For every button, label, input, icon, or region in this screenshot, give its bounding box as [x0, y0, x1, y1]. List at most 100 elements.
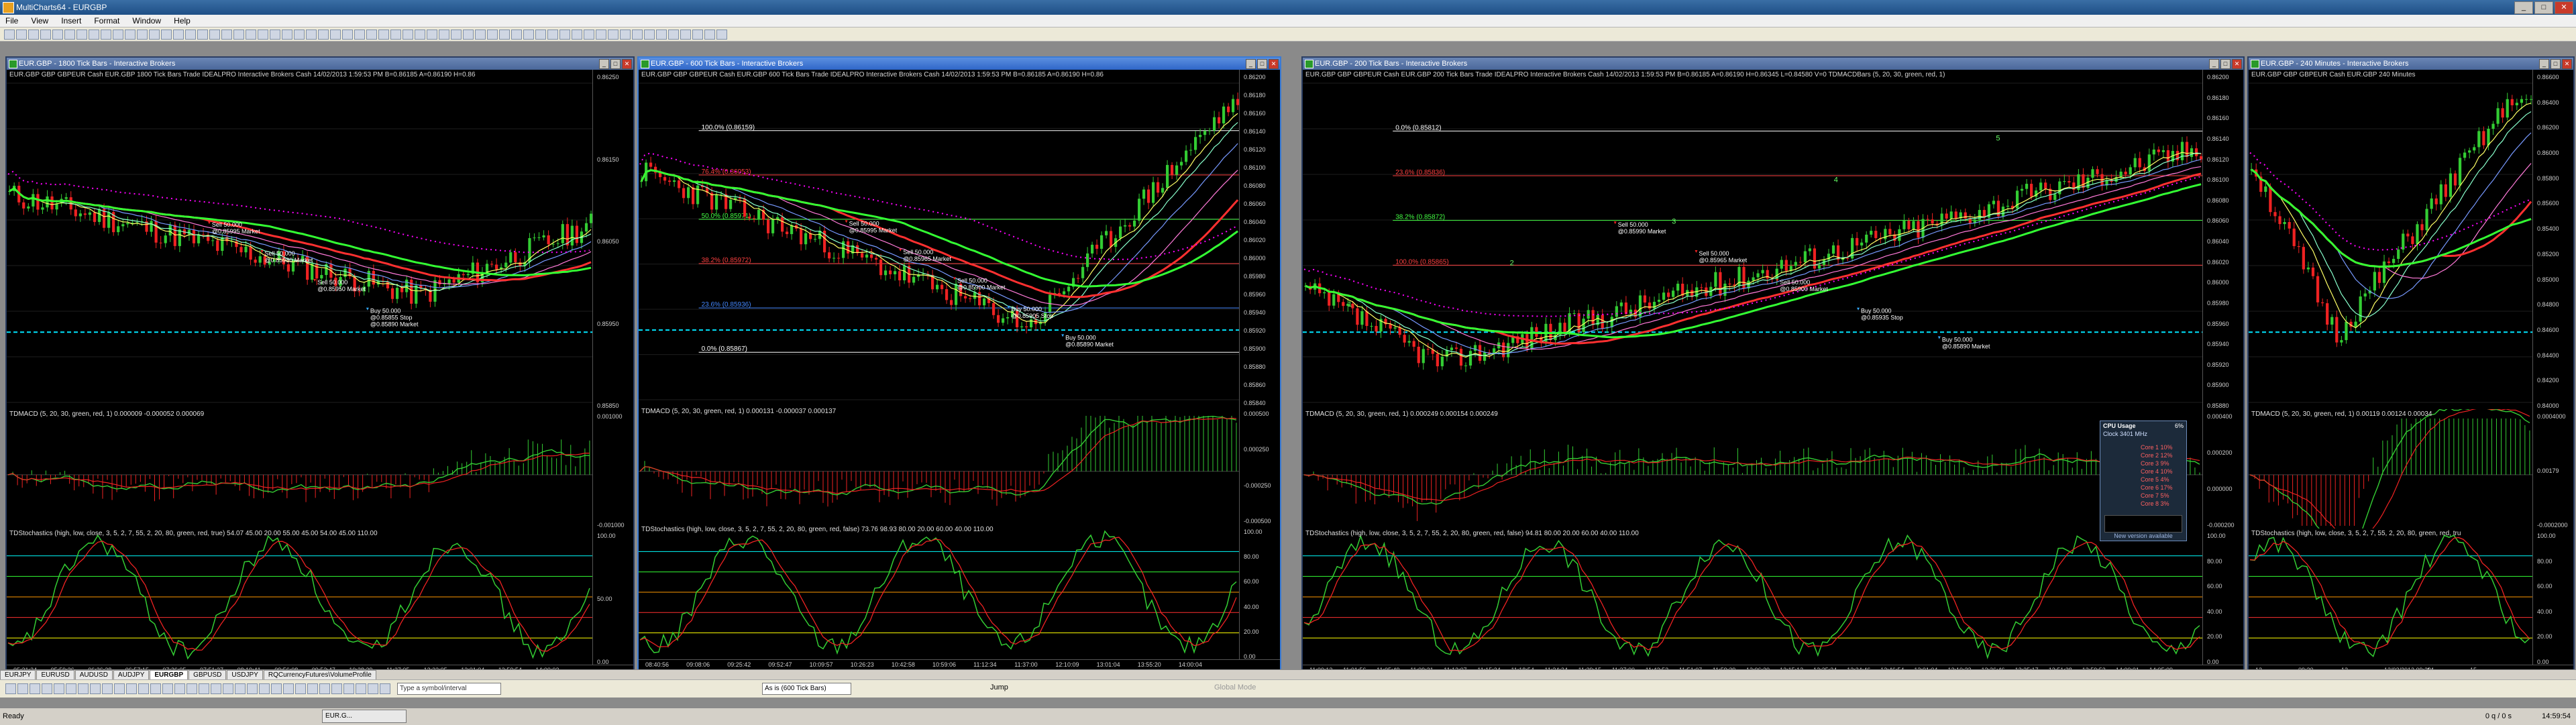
drawing-tool-icon[interactable]: [90, 683, 101, 694]
toolbar-tool-icon[interactable]: [463, 30, 474, 40]
cpu-usage-widget[interactable]: CPU Usage 6% Clock 3401 MHz New version …: [2100, 421, 2187, 541]
jump-button[interactable]: Jump: [990, 683, 1008, 691]
toolbar-tool-icon[interactable]: [52, 30, 63, 40]
drawing-tool-icon[interactable]: [319, 683, 330, 694]
drawing-tool-icon[interactable]: [138, 683, 149, 694]
window-maximize-icon[interactable]: □: [2551, 59, 2561, 69]
toolbar-tool-icon[interactable]: [596, 30, 606, 40]
y-axis-scale[interactable]: 0.86250 0.86150 0.86050 0.85950 0.85850: [592, 70, 633, 409]
chart-window-600-tick[interactable]: EUR.GBP - 600 Tick Bars - Interactive Br…: [637, 56, 1281, 671]
drawing-tool-icon[interactable]: [150, 683, 161, 694]
toolbar-tool-icon[interactable]: [415, 30, 425, 40]
instrument-tab[interactable]: GBPUSD: [189, 670, 227, 680]
drawing-tool-icon[interactable]: [271, 683, 282, 694]
toolbar-tool-icon[interactable]: [76, 30, 87, 40]
toolbar-tool-icon[interactable]: [451, 30, 462, 40]
toolbar-tool-icon[interactable]: [161, 30, 172, 40]
toolbar-tool-icon[interactable]: [246, 30, 256, 40]
drawing-tool-icon[interactable]: [174, 683, 185, 694]
toolbar-tool-icon[interactable]: [584, 30, 594, 40]
window-close-icon[interactable]: ✕: [2232, 59, 2242, 69]
menu-window[interactable]: Window: [127, 15, 166, 27]
toolbar-tool-icon[interactable]: [64, 30, 75, 40]
stochastics-pane[interactable]: TDStochastics (high, low, close, 3, 5, 2…: [1303, 528, 2243, 666]
window-close-icon[interactable]: ✕: [2562, 59, 2572, 69]
toolbar-tool-icon[interactable]: [402, 30, 413, 40]
toolbar-tool-icon[interactable]: [89, 30, 99, 40]
toolbar-tool-icon[interactable]: [113, 30, 123, 40]
drawing-tool-icon[interactable]: [42, 683, 52, 694]
toolbar-tool-icon[interactable]: [282, 30, 292, 40]
toolbar-tool-icon[interactable]: [499, 30, 510, 40]
toolbar-tool-icon[interactable]: [330, 30, 341, 40]
stochastics-pane[interactable]: TDStochastics (high, low, close, 3, 5, 2…: [7, 528, 633, 666]
symbol-input[interactable]: Type a symbol/interval: [397, 683, 501, 695]
toolbar-tool-icon[interactable]: [4, 30, 15, 40]
drawing-tool-icon[interactable]: [30, 683, 40, 694]
instrument-tab[interactable]: EURGBP: [150, 670, 189, 680]
price-pane[interactable]: 0.86600 0.86400 0.86200 0.86000 0.85800 0.856…: [2249, 70, 2573, 410]
drawing-tool-icon[interactable]: [247, 683, 258, 694]
drawing-tool-icon[interactable]: [211, 683, 221, 694]
y-axis-scale[interactable]: 100.00 80.00 60.00 40.00 20.00 0.00: [2202, 528, 2243, 665]
toolbar-tool-icon[interactable]: [716, 30, 727, 40]
window-close-icon[interactable]: ✕: [622, 59, 632, 69]
toolbar-tool-icon[interactable]: [233, 30, 244, 40]
macd-pane[interactable]: TDMACD (5, 20, 30, green, red, 1) 0.0001…: [639, 406, 1280, 525]
instrument-tab[interactable]: AUDJPY: [113, 670, 150, 680]
time-axis-scale[interactable]: 08:40:56 09:08:06 09:25:42 09:52:47 10:09:57…: [639, 659, 1280, 669]
toolbar-tool-icon[interactable]: [137, 30, 148, 40]
toolbar-tool-icon[interactable]: [342, 30, 353, 40]
drawing-tool-icon[interactable]: [78, 683, 89, 694]
y-axis-scale[interactable]: 100.00 80.00 60.00 40.00 20.00 0.00: [2532, 528, 2573, 665]
drawing-tool-icon[interactable]: [162, 683, 173, 694]
y-axis-scale[interactable]: 0.86200 0.86180 0.86160 0.86140 0.86120 0.861…: [2202, 70, 2243, 409]
stochastics-pane[interactable]: TDStochastics (high, low, close, 3, 5, 2…: [2249, 528, 2573, 666]
toolbar-tool-icon[interactable]: [40, 30, 51, 40]
toolbar-tool-icon[interactable]: [572, 30, 582, 40]
drawing-tool-icon[interactable]: [356, 683, 366, 694]
toolbar-tool-icon[interactable]: [523, 30, 534, 40]
window-maximize-icon[interactable]: □: [2220, 59, 2231, 69]
toolbar-tool-icon[interactable]: [318, 30, 329, 40]
y-axis-scale[interactable]: 0.000500 0.000250 -0.000250 -0.000500: [1239, 406, 1280, 524]
toolbar-tool-icon[interactable]: [427, 30, 437, 40]
stochastics-pane[interactable]: TDStochastics (high, low, close, 3, 5, 2…: [639, 524, 1280, 661]
menu-help[interactable]: Help: [168, 15, 196, 27]
drawing-tool-icon[interactable]: [5, 683, 16, 694]
toolbar-tool-icon[interactable]: [149, 30, 160, 40]
toolbar-tool-icon[interactable]: [366, 30, 377, 40]
macd-pane[interactable]: TDMACD (5, 20, 30, green, red, 1) 0.0011…: [2249, 409, 2573, 529]
window-maximize-icon[interactable]: □: [1257, 59, 1267, 69]
toolbar-tool-icon[interactable]: [209, 30, 220, 40]
toolbar-tool-icon[interactable]: [620, 30, 631, 40]
chart-window-240-minutes[interactable]: EUR.GBP - 240 Minutes - Interactive Brok…: [2247, 56, 2575, 676]
toolbar-tool-icon[interactable]: [221, 30, 232, 40]
window-minimize-icon[interactable]: _: [599, 59, 609, 69]
toolbar-tool-icon[interactable]: [487, 30, 498, 40]
y-axis-scale[interactable]: 100.00 50.00 0.00: [592, 528, 633, 665]
window-minimize-icon[interactable]: _: [2209, 59, 2219, 69]
toolbar-tool-icon[interactable]: [547, 30, 558, 40]
toolbar-tool-icon[interactable]: [475, 30, 486, 40]
drawing-tool-icon[interactable]: [331, 683, 342, 694]
price-pane[interactable]: Sell 50.000 @0.85995 Market Sell 50.000 @0.…: [7, 70, 633, 410]
toolbar-tool-icon[interactable]: [644, 30, 655, 40]
toolbar-tool-icon[interactable]: [668, 30, 679, 40]
toolbar-tool-icon[interactable]: [511, 30, 522, 40]
drawing-tool-icon[interactable]: [223, 683, 233, 694]
toolbar-tool-icon[interactable]: [354, 30, 365, 40]
drawing-tool-icon[interactable]: [307, 683, 318, 694]
macd-pane[interactable]: TDMACD (5, 20, 30, green, red, 1) 0.0000…: [7, 409, 633, 529]
toolbar-tool-icon[interactable]: [306, 30, 317, 40]
y-axis-scale[interactable]: 0.86200 0.86180 0.86160 0.86140 0.86120 0.861…: [1239, 70, 1280, 406]
menu-view[interactable]: View: [25, 15, 54, 27]
y-axis-scale[interactable]: 100.00 80.00 60.00 40.00 20.00 0.00: [1239, 524, 1280, 660]
drawing-tool-icon[interactable]: [343, 683, 354, 694]
drawing-tool-icon[interactable]: [114, 683, 125, 694]
toolbar-tool-icon[interactable]: [535, 30, 546, 40]
y-axis-scale[interactable]: 0.0004000 0.00179 -0.0002000: [2532, 409, 2573, 528]
toolbar-tool-icon[interactable]: [692, 30, 703, 40]
drawing-tool-icon[interactable]: [17, 683, 28, 694]
resolution-select[interactable]: As is (600 Tick Bars): [762, 683, 851, 695]
